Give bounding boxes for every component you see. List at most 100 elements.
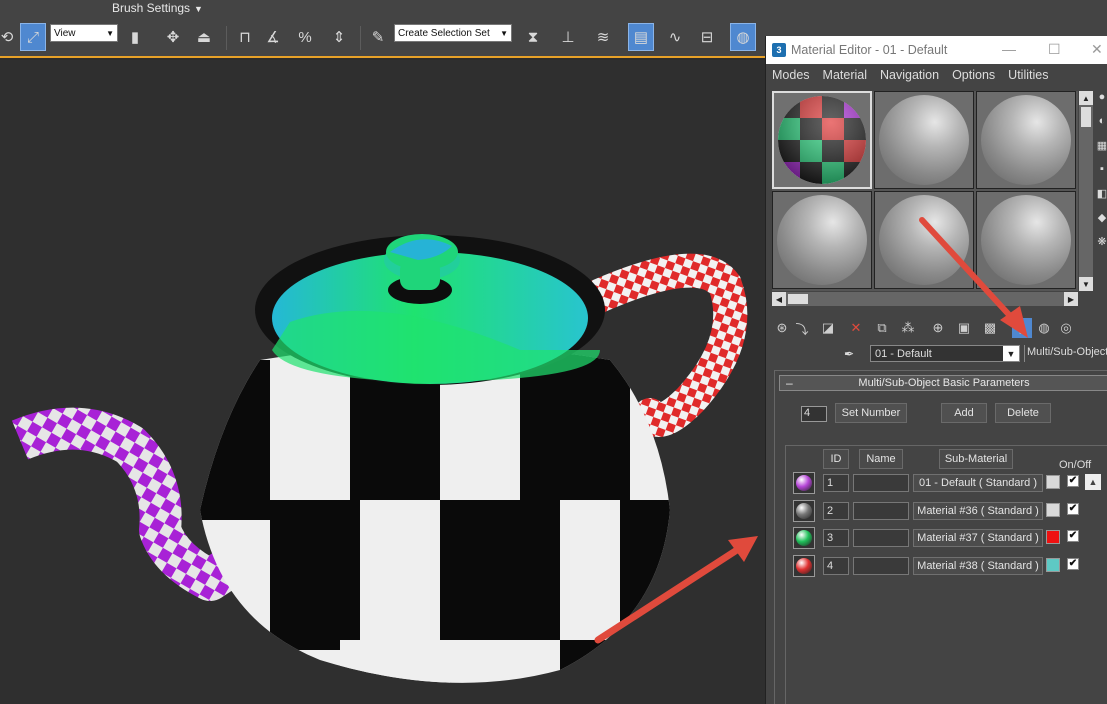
add-button[interactable]: Add bbox=[941, 403, 987, 423]
sample-slot-2[interactable] bbox=[874, 91, 974, 189]
sub-material-button[interactable]: 01 - Default ( Standard ) bbox=[913, 474, 1043, 492]
scene-explorer-icon[interactable]: ▤ bbox=[628, 23, 654, 51]
maximize-icon[interactable]: ☐ bbox=[1048, 41, 1061, 58]
set-number-button[interactable]: Set Number bbox=[835, 403, 907, 423]
sample-slots-vertical-scrollbar[interactable]: ▲ ▼ bbox=[1079, 91, 1093, 291]
sub-material-name-field[interactable] bbox=[853, 529, 909, 547]
menu-utilities[interactable]: Utilities bbox=[1008, 68, 1048, 82]
sub-material-color-swatch[interactable] bbox=[1046, 558, 1060, 572]
percent-snap-icon[interactable]: % bbox=[292, 23, 318, 51]
put-to-scene-icon[interactable]: ⤵ bbox=[792, 318, 812, 338]
select-scale-icon[interactable]: ⤢ bbox=[20, 23, 46, 51]
sub-material-thumbnail[interactable] bbox=[793, 500, 815, 522]
angle-snap-icon[interactable]: ∡ bbox=[260, 23, 286, 51]
sub-material-button[interactable]: Material #36 ( Standard ) bbox=[913, 502, 1043, 520]
undo-icon[interactable]: ⟲ bbox=[0, 23, 14, 51]
reset-map-icon[interactable]: ✕ bbox=[846, 318, 866, 338]
go-forward-to-sibling-icon[interactable]: ◎ bbox=[1056, 318, 1076, 338]
chevron-down-icon[interactable]: ▼ bbox=[1003, 346, 1019, 361]
sub-material-name-field[interactable] bbox=[853, 557, 909, 575]
close-icon[interactable]: ✕ bbox=[1091, 41, 1103, 58]
put-to-library-icon[interactable]: ⊕ bbox=[928, 318, 948, 338]
background-icon[interactable]: ▦ bbox=[1096, 139, 1107, 157]
get-material-icon[interactable]: ⊛ bbox=[772, 318, 792, 338]
minimize-icon[interactable]: — bbox=[1002, 41, 1016, 57]
collapse-icon[interactable]: – bbox=[786, 376, 793, 390]
pivot-center-icon[interactable]: ▮ bbox=[122, 23, 148, 51]
sample-slot-5[interactable] bbox=[874, 191, 974, 289]
sub-material-thumbnail[interactable] bbox=[793, 527, 815, 549]
edit-named-selection-icon[interactable]: ✎ bbox=[365, 23, 391, 51]
sample-slot-3[interactable] bbox=[976, 91, 1076, 189]
mirror-icon[interactable]: ⧗ bbox=[520, 23, 546, 51]
make-unique-icon[interactable]: ⁂ bbox=[898, 318, 918, 338]
sub-material-on-checkbox[interactable]: ✔ bbox=[1067, 530, 1079, 542]
snap-toggle-icon[interactable]: ⊓ bbox=[232, 23, 258, 51]
menu-modes[interactable]: Modes bbox=[772, 68, 810, 82]
menu-navigation[interactable]: Navigation bbox=[880, 68, 939, 82]
material-id-channel-icon[interactable]: ▣ bbox=[954, 318, 974, 338]
brush-settings-menu[interactable]: Brush Settings ▼ bbox=[112, 1, 203, 15]
options-icon[interactable]: ❋ bbox=[1096, 235, 1107, 253]
sub-material-on-checkbox[interactable]: ✔ bbox=[1067, 503, 1079, 515]
sub-material-name-field[interactable] bbox=[853, 474, 909, 492]
sub-material-id-field[interactable]: 3 bbox=[823, 529, 849, 547]
scroll-down-icon[interactable]: ▼ bbox=[1079, 277, 1093, 291]
show-end-result-icon[interactable]: ▮ bbox=[1012, 318, 1032, 338]
rollout-header[interactable]: – Multi/Sub-Object Basic Parameters bbox=[779, 375, 1107, 391]
scroll-thumb[interactable] bbox=[1081, 107, 1091, 127]
sub-material-color-swatch[interactable] bbox=[1046, 530, 1060, 544]
scroll-left-icon[interactable]: ◀ bbox=[772, 292, 786, 306]
viewport-perspective[interactable] bbox=[0, 60, 765, 704]
column-header-id[interactable]: ID bbox=[823, 449, 849, 469]
scroll-thumb[interactable] bbox=[788, 294, 808, 304]
sub-material-button[interactable]: Material #38 ( Standard ) bbox=[913, 557, 1043, 575]
material-editor-icon[interactable]: ◍ bbox=[730, 23, 756, 51]
align-icon[interactable]: ⊥ bbox=[555, 23, 581, 51]
menu-options[interactable]: Options bbox=[952, 68, 995, 82]
keyboard-shortcut-icon[interactable]: ⏏ bbox=[191, 23, 217, 51]
layer-explorer-icon[interactable]: ≋ bbox=[590, 23, 616, 51]
go-to-parent-icon[interactable]: ◍ bbox=[1034, 318, 1054, 338]
reference-coordinate-select[interactable]: View ▼ bbox=[50, 24, 118, 42]
make-preview-icon[interactable]: ◆ bbox=[1096, 211, 1107, 229]
delete-button[interactable]: Delete bbox=[995, 403, 1051, 423]
sub-material-thumbnail[interactable] bbox=[793, 555, 815, 577]
sub-material-color-swatch[interactable] bbox=[1046, 475, 1060, 489]
menu-material[interactable]: Material bbox=[823, 68, 867, 82]
sub-material-id-field[interactable]: 2 bbox=[823, 502, 849, 520]
sub-material-on-checkbox[interactable]: ✔ bbox=[1067, 558, 1079, 570]
sample-slots-horizontal-scrollbar[interactable]: ◀ ▶ bbox=[772, 292, 1078, 306]
sub-material-id-field[interactable]: 1 bbox=[823, 474, 849, 492]
named-selection-set-select[interactable]: Create Selection Set ▼ bbox=[394, 24, 512, 42]
sub-material-color-swatch[interactable] bbox=[1046, 503, 1060, 517]
number-of-materials-field[interactable]: 4 bbox=[801, 406, 827, 422]
column-header-name[interactable]: Name bbox=[859, 449, 903, 469]
sub-material-name-field[interactable] bbox=[853, 502, 909, 520]
list-scroll-up-icon[interactable]: ▲ bbox=[1085, 474, 1101, 490]
sub-material-on-checkbox[interactable]: ✔ bbox=[1067, 475, 1079, 487]
scroll-up-icon[interactable]: ▲ bbox=[1079, 91, 1093, 105]
spinner-snap-icon[interactable]: ⇕ bbox=[326, 23, 352, 51]
video-color-check-icon[interactable]: ◧ bbox=[1096, 187, 1107, 205]
material-type-button[interactable]: Multi/Sub-Object bbox=[1024, 345, 1107, 362]
select-manipulate-icon[interactable]: ✥ bbox=[160, 23, 186, 51]
make-copy-icon[interactable]: ⧉ bbox=[872, 318, 892, 338]
sample-slot-6[interactable] bbox=[976, 191, 1076, 289]
scroll-right-icon[interactable]: ▶ bbox=[1064, 292, 1078, 306]
uv-tiling-icon[interactable]: ▪ bbox=[1096, 163, 1107, 181]
column-header-sub-material[interactable]: Sub-Material bbox=[939, 449, 1013, 469]
show-map-in-viewport-icon[interactable]: ▩ bbox=[980, 318, 1000, 338]
pick-material-icon[interactable]: ✒ bbox=[844, 347, 854, 361]
sample-slot-1[interactable] bbox=[772, 91, 872, 189]
sub-material-thumbnail[interactable] bbox=[793, 472, 815, 494]
assign-to-selection-icon[interactable]: ◪ bbox=[818, 318, 838, 338]
schematic-view-icon[interactable]: ⊟ bbox=[694, 23, 720, 51]
sub-material-button[interactable]: Material #37 ( Standard ) bbox=[913, 529, 1043, 547]
material-editor-titlebar[interactable]: 3 Material Editor - 01 - Default — ☐ ✕ bbox=[766, 36, 1107, 64]
sample-type-icon[interactable]: ● bbox=[1096, 91, 1107, 109]
sample-slot-4[interactable] bbox=[772, 191, 872, 289]
backlight-icon[interactable]: ◐ bbox=[1096, 115, 1107, 133]
sub-material-id-field[interactable]: 4 bbox=[823, 557, 849, 575]
material-name-field[interactable]: 01 - Default ▼ bbox=[870, 345, 1020, 362]
